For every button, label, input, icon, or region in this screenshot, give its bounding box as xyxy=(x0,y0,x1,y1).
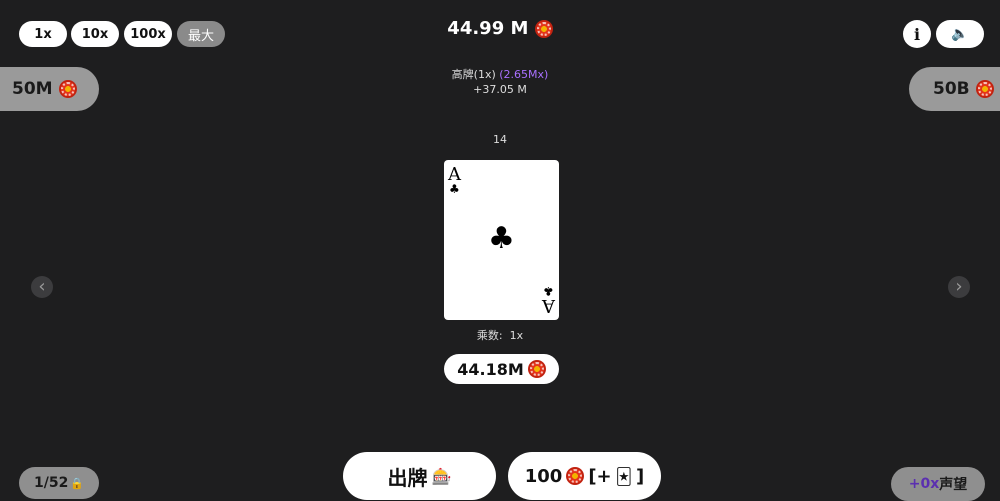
buy-open: [+ xyxy=(588,465,612,487)
play-label: 出牌 xyxy=(387,465,428,490)
deck-count: 1/52 xyxy=(33,475,69,491)
left-bet-amount: 50M xyxy=(12,79,53,99)
info-icon: i xyxy=(913,24,921,44)
chip-icon xyxy=(975,80,994,98)
buy-card-button[interactable]: 100 [+ 🃏 ] xyxy=(508,452,661,500)
card-rank-bottom: A xyxy=(542,295,555,316)
slot-machine-icon: 🎰 xyxy=(431,466,452,486)
lock-icon: 🔒 xyxy=(70,476,85,490)
chip-icon xyxy=(58,80,77,98)
club-icon: ♣ xyxy=(488,221,515,256)
info-button[interactable]: i xyxy=(903,20,931,48)
hand-info: 高牌(1x) (2.65Mx) xyxy=(0,66,1000,82)
fame-amount: +0x xyxy=(908,476,940,492)
buy-amount: 100 xyxy=(524,465,563,487)
card-value: 44.18M xyxy=(457,359,524,379)
prev-arrow-button[interactable]: ‹ xyxy=(31,276,53,298)
sound-button[interactable]: 🔈 xyxy=(936,20,984,48)
hand-name: 高牌(1x) xyxy=(451,68,496,81)
card-value-badge: 44.18M xyxy=(444,354,559,384)
chevron-left-icon: ‹ xyxy=(38,276,46,297)
gain-text: +37.05 M xyxy=(473,83,527,96)
club-icon: ♣ xyxy=(449,182,460,196)
play-card-button[interactable]: 出牌 🎰 xyxy=(343,452,496,500)
multiplier-value: 1x xyxy=(509,329,524,342)
fame-button[interactable]: +0x 声望 xyxy=(891,467,985,501)
chip-icon xyxy=(566,467,585,485)
balance-amount: 44.99 M xyxy=(447,18,529,39)
chip-icon xyxy=(527,360,546,378)
multiplier-label: 乘数: xyxy=(476,329,503,342)
speaker-icon: 🔈 xyxy=(951,26,969,42)
fame-label: 声望 xyxy=(939,477,968,493)
balance-display: 44.99 M xyxy=(0,18,1000,39)
playing-card[interactable]: A ♣ ♣ ♣ A xyxy=(444,160,559,320)
multiplier-info: 乘数: 1x xyxy=(0,327,1000,343)
right-bet-button[interactable]: 50B xyxy=(909,67,1000,111)
joker-card-icon: 🃏 xyxy=(615,466,633,486)
next-arrow-button[interactable]: › xyxy=(948,276,970,298)
buy-close: ] xyxy=(636,465,645,487)
chip-icon xyxy=(534,20,553,38)
hand-multiplier: (2.65Mx) xyxy=(499,68,549,81)
deck-counter-button[interactable]: 1/52 🔒 xyxy=(19,467,99,499)
chevron-right-icon: › xyxy=(955,276,963,297)
left-bet-button[interactable]: 50M xyxy=(0,67,99,111)
right-bet-amount: 50B xyxy=(933,79,970,99)
card-counter: 14 xyxy=(493,133,507,146)
